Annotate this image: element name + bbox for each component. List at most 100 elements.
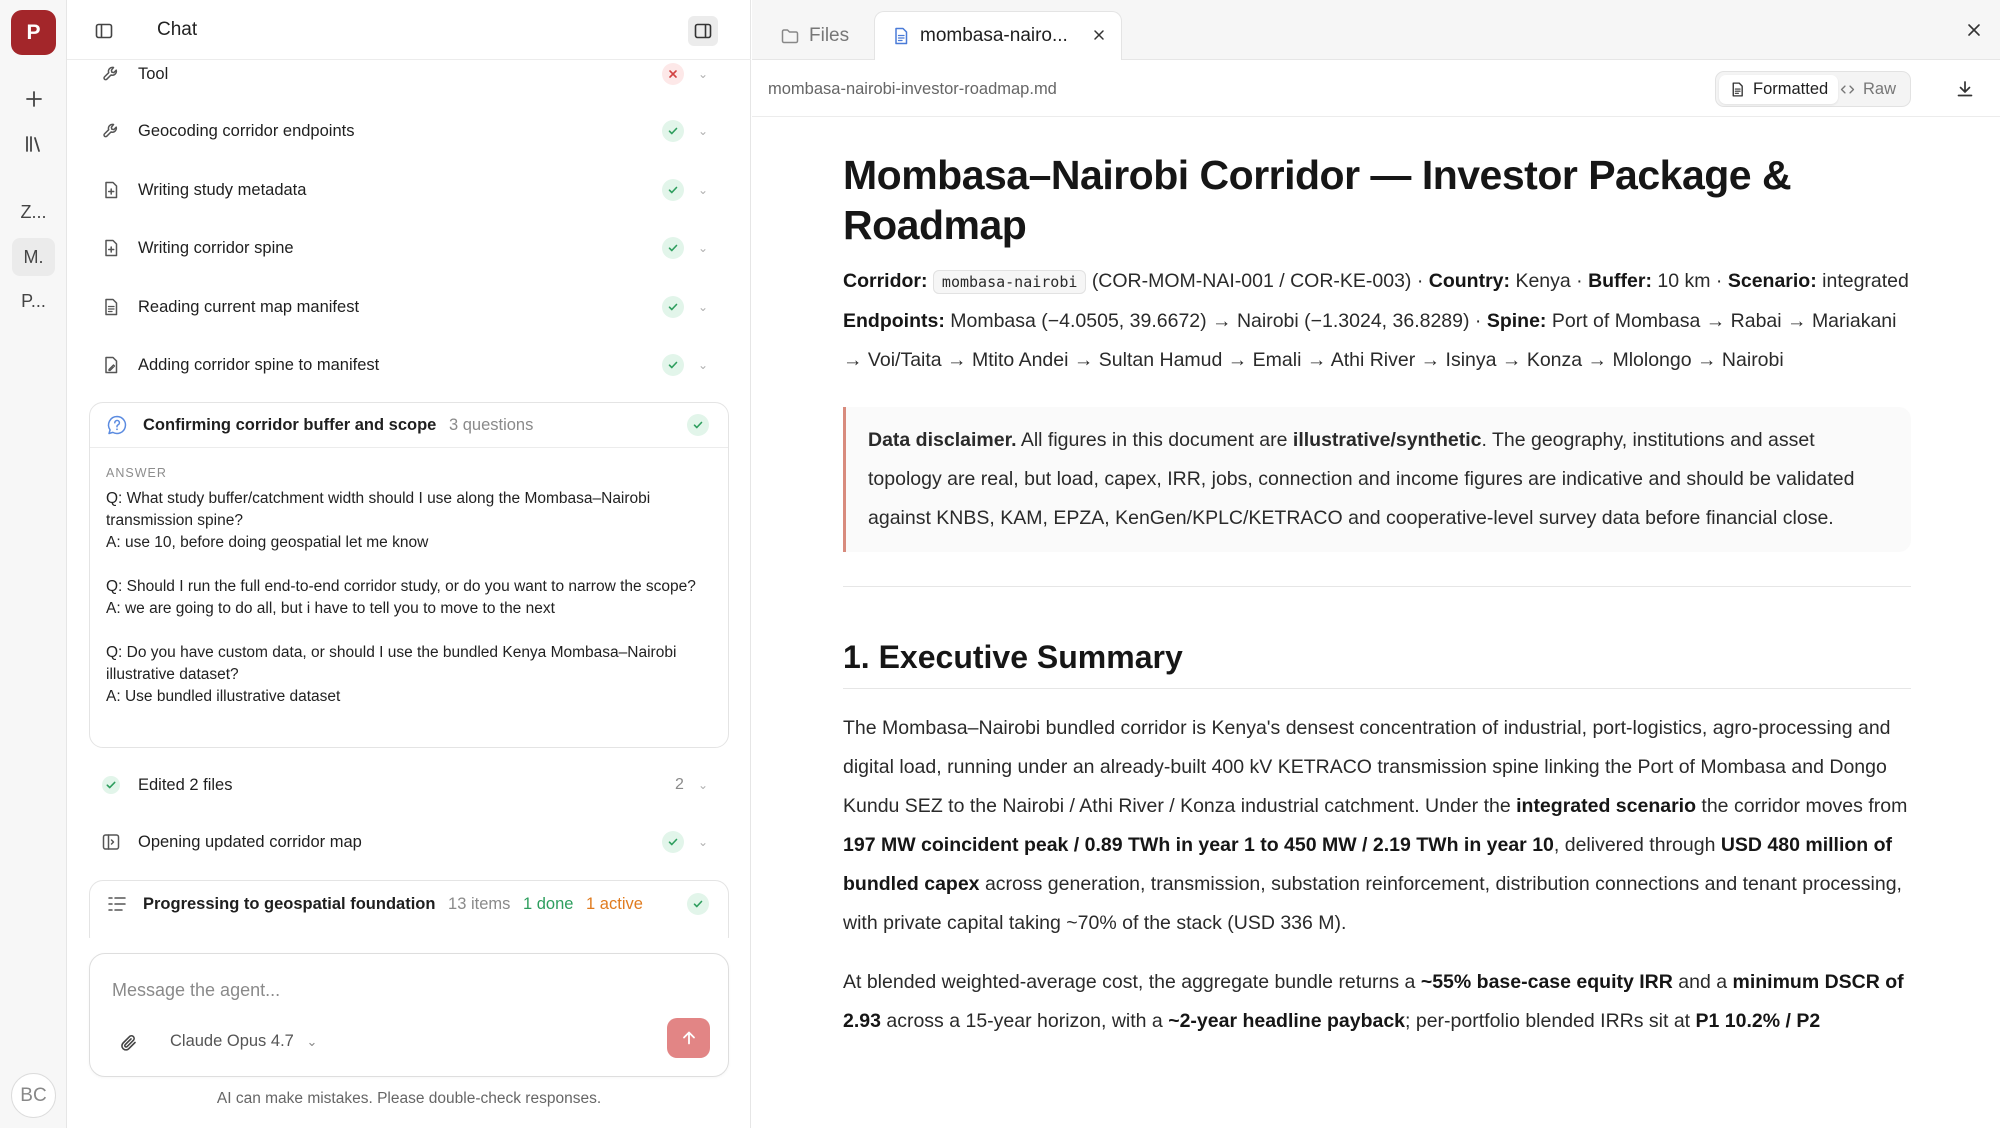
chevron-down-icon[interactable]: ⌄ (698, 124, 708, 138)
check-icon (662, 120, 684, 142)
step-geocoding[interactable]: Geocoding corridor endpoints ⌄ (89, 102, 729, 160)
error-icon (662, 63, 684, 85)
tab-files-label: Files (809, 24, 850, 46)
question-text: Q: What study buffer/catchment width sho… (106, 490, 651, 529)
questions-card-title: Confirming corridor buffer and scope (143, 416, 437, 434)
callout-lead: Data disclaimer. (868, 429, 1017, 451)
chevron-down-icon[interactable]: ⌄ (698, 835, 708, 849)
document-meta: Corridor: mombasa-nairobi (COR-MOM-NAI-0… (843, 262, 1911, 302)
chevron-down-icon[interactable]: ⌄ (698, 358, 708, 372)
raw-view-button[interactable]: Raw (1829, 75, 1906, 104)
para-bold: integrated scenario (1516, 795, 1696, 817)
meta-label: Endpoints: (843, 310, 945, 332)
rail-item-m[interactable]: M. (12, 238, 55, 276)
chevron-down-icon: ⌄ (306, 1034, 318, 1049)
tab-files[interactable]: Files (780, 11, 872, 60)
plus-icon (25, 91, 42, 107)
document-toolbar: mombasa-nairobi-investor-roadmap.md Form… (752, 60, 2000, 117)
para-text: At blended weighted-average cost, the ag… (843, 971, 1416, 993)
chevron-down-icon[interactable]: ⌄ (698, 67, 708, 81)
tab-roadmap-file[interactable]: mombasa-nairo... (874, 11, 1122, 60)
document-endpoints: Endpoints: Mombasa (−4.0505, 39.6672) → … (843, 302, 1911, 380)
chevron-down-icon[interactable]: ⌄ (698, 300, 708, 314)
file-text-icon (895, 27, 908, 45)
close-tab-icon[interactable] (1089, 25, 1109, 45)
list-checks-icon (106, 893, 128, 915)
meta-label: Country: (1428, 270, 1511, 292)
meta-label: Scenario: (1727, 270, 1817, 292)
meta-value: 10 km · (1657, 270, 1723, 292)
paperclip-icon (121, 1035, 136, 1051)
meta-value: (COR-MOM-NAI-001 / COR-KE-003) · (1091, 270, 1424, 292)
file-plus-icon (99, 178, 123, 202)
code-icon (1840, 85, 1855, 94)
check-icon (662, 296, 684, 318)
qa-item: Q: Do you have custom data, or should I … (106, 642, 712, 708)
para-text: and a (1678, 971, 1728, 993)
workspace-avatar[interactable]: P (11, 10, 56, 55)
para-text: ; per-portfolio blended IRRs sit at (1405, 1010, 1691, 1032)
questions-card-header[interactable]: Confirming corridor buffer and scope 3 q… (90, 403, 728, 448)
qa-item: Q: What study buffer/catchment width sho… (106, 488, 712, 554)
step-writing-metadata[interactable]: Writing study metadata ⌄ (89, 161, 729, 219)
rail-item-p[interactable]: P... (12, 282, 55, 320)
question-icon (106, 414, 128, 436)
corridor-code: mombasa-nairobi (932, 270, 1087, 294)
user-avatar[interactable]: BC (11, 1073, 56, 1118)
meta-label: Corridor: (843, 270, 928, 292)
step-label: Adding corridor spine to manifest (138, 355, 380, 374)
para-text: across a 15-year horizon, with a (886, 1010, 1163, 1032)
chat-title: Chat (157, 19, 198, 40)
folder-icon (781, 28, 799, 43)
app-rail: P Z... M. P... BC (0, 0, 67, 1128)
close-icon (1968, 24, 1980, 36)
message-composer: Claude Opus 4.7 ⌄ (89, 953, 729, 1077)
chevron-down-icon[interactable]: ⌄ (698, 241, 708, 255)
attach-button[interactable] (116, 1030, 142, 1056)
toggle-preview-button[interactable] (688, 16, 718, 46)
qa-item: Q: Should I run the full end-to-end corr… (106, 576, 712, 620)
section-heading: 1. Executive Summary (843, 639, 1911, 689)
close-panel-button[interactable] (1960, 16, 1988, 44)
chevron-down-icon[interactable]: ⌄ (698, 778, 708, 792)
divider (843, 586, 1911, 587)
tab-bar: Files mombasa-nairo... (752, 0, 2000, 60)
chevron-down-icon[interactable]: ⌄ (698, 183, 708, 197)
message-input[interactable] (112, 980, 612, 1001)
arrow-up-icon (682, 1031, 695, 1045)
para-text: across generation, transmission, substat… (843, 873, 1902, 934)
para-bold: ~2-year headline payback (1168, 1010, 1406, 1032)
model-selector[interactable]: Claude Opus 4.7 ⌄ (170, 1032, 317, 1051)
callout-text: All figures in this document are (1020, 429, 1288, 451)
library-button[interactable] (12, 125, 55, 163)
file-edit-icon (99, 353, 123, 377)
step-label: Writing corridor spine (138, 238, 294, 257)
new-chat-button[interactable] (12, 80, 55, 118)
meta-value: Mombasa (−4.0505, 39.6672) → Nairobi (−1… (950, 310, 1482, 332)
view-mode-toggle: Formatted Raw (1715, 71, 1911, 107)
step-edited-files[interactable]: Edited 2 files 2 ⌄ (89, 756, 729, 814)
tab-roadmap-label: mombasa-nairo... (920, 25, 1068, 46)
panel-right-icon (694, 23, 712, 39)
progress-card[interactable]: Progressing to geospatial foundation 13 … (89, 880, 729, 938)
step-opening-map[interactable]: Opening updated corridor map ⌄ (89, 813, 729, 871)
download-button[interactable] (1950, 74, 1980, 104)
meta-value: integrated (1822, 270, 1909, 292)
formatted-view-button[interactable]: Formatted (1719, 75, 1839, 104)
toggle-sidebar-button[interactable] (89, 16, 119, 46)
question-text: Q: Should I run the full end-to-end corr… (106, 578, 696, 595)
meta-label: Spine: (1486, 310, 1547, 332)
rail-item-z[interactable]: Z... (12, 193, 55, 231)
step-writing-spine[interactable]: Writing corridor spine ⌄ (89, 219, 729, 277)
step-tool[interactable]: Tool ⌄ (89, 60, 729, 103)
summary-paragraph: At blended weighted-average cost, the ag… (843, 963, 1911, 1041)
callout-bold: illustrative/synthetic (1292, 429, 1482, 451)
step-adding-spine[interactable]: Adding corridor spine to manifest ⌄ (89, 336, 729, 394)
step-reading-manifest[interactable]: Reading current map manifest ⌄ (89, 278, 729, 336)
para-bold: ~55% base-case equity IRR (1420, 971, 1673, 993)
sidebar-icon (95, 23, 113, 39)
answer-text: A: Use bundled illustrative dataset (106, 688, 341, 705)
send-button[interactable] (667, 1018, 710, 1058)
meta-label: Buffer: (1588, 270, 1652, 292)
progress-title: Progressing to geospatial foundation (143, 895, 436, 913)
